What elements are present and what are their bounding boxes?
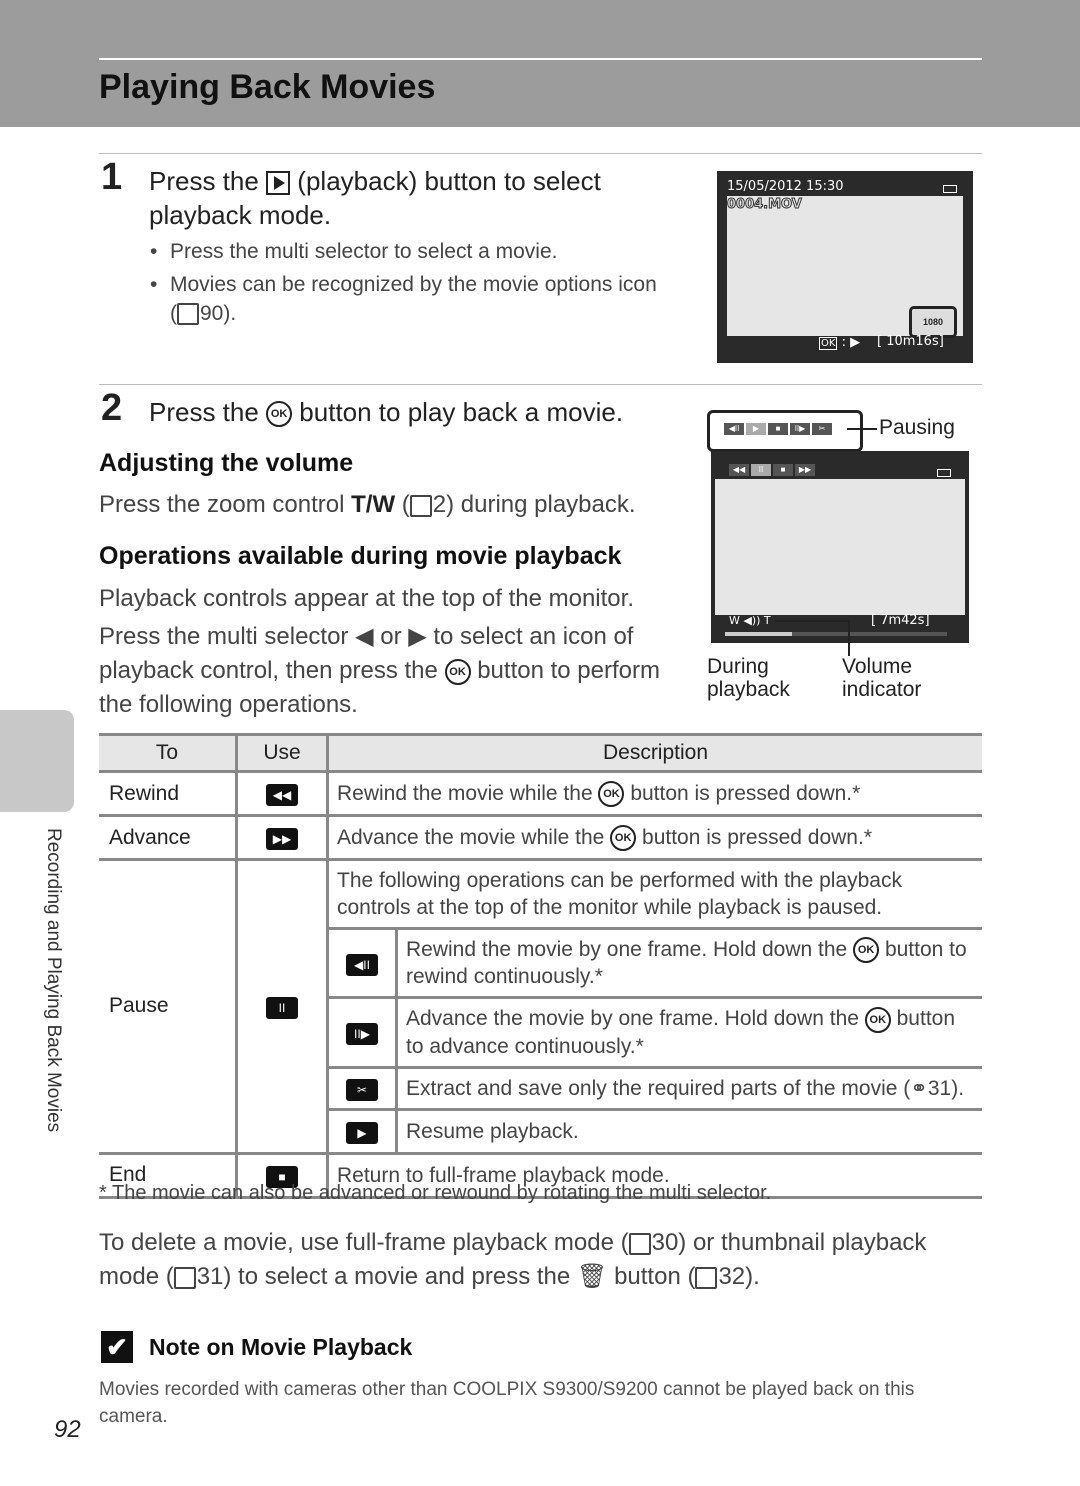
note-body: Movies recorded with cameras other than … [99,1379,915,1427]
frame-rewind-icon: ◀II [346,953,378,976]
progress-fill [725,632,792,636]
delete-text-line2: mode (31) to select a movie and press th… [99,1263,760,1290]
page-title: Playing Back Movies [99,68,436,106]
screen-duration: [ 7m42s] [871,613,930,628]
pause-control-bar: ◀II ▶ ■ II▶ ✂ [724,423,832,435]
during-playback-label: During playback [707,655,790,701]
ok-button-icon: OK [266,401,293,428]
stop-icon: ■ [768,423,788,435]
ok-play-hint: OK : ▶ [819,335,861,350]
step-1-text: Press the (playback) button to select pl… [149,166,601,230]
header-description: Description [326,733,982,773]
note-title: Note on Movie Playback [149,1334,413,1360]
trash-icon: 🗑 [576,1263,608,1290]
ok-button-icon: OK [864,1006,891,1033]
header-to: To [99,733,237,773]
divider [99,153,982,154]
playback-button-icon [266,171,291,196]
reference-icon [628,1232,651,1255]
reference-section-icon: ⚭ [910,1076,928,1100]
reference-icon [695,1266,718,1289]
table-row-pause: Pause II The following operations can be… [99,858,982,1155]
volume-indicator-label: Volume indicator [842,655,922,701]
advance-icon: ▶▶ [266,828,298,850]
table-row: Advance ▶▶ Advance the movie while the O… [99,814,982,861]
play-icon: ▶ [746,423,766,435]
pausing-label: Pausing [879,416,955,439]
volume-indicator: W ◀)) T [729,614,771,627]
ok-button-icon: OK [598,781,625,808]
table-row: Rewind ◀◀ Rewind the movie while the OK … [99,770,982,817]
step-1-bullet: Movies can be recognized by the movie op… [150,270,690,328]
check-note-icon: ✔ [101,1331,133,1363]
side-tab-label: Recording and Playing Back Movies [43,828,64,1133]
operations-p2b: playback control, then press the OK butt… [99,657,660,685]
header-rule [99,58,982,60]
footnote: * The movie can also be advanced or rewo… [99,1182,772,1204]
screen-datetime: 15/05/2012 15:30 [727,179,844,194]
step-2-number: 2 [101,387,123,429]
stop-icon: ■ [773,464,793,476]
reference-icon [177,303,199,326]
operations-p2a: Press the multi selector ◀ or ▶ to selec… [99,623,634,650]
step-1-number: 1 [101,156,123,198]
scissors-icon: ✂ [346,1078,378,1101]
play-icon: ▶ [346,1121,378,1144]
divider [99,384,982,385]
frame-rewind-icon: ◀II [724,423,744,435]
step-2-text: Press the OK button to play back a movie… [149,397,624,428]
reference-icon [409,494,432,517]
page-number: 92 [54,1416,81,1443]
volume-leader-v [848,620,850,656]
delete-text-line1: To delete a movie, use full-frame playba… [99,1229,927,1256]
pause-icon: II [751,464,771,476]
frame-advance-icon: II▶ [790,423,810,435]
section-heading-operations: Operations available during movie playba… [99,542,622,570]
rewind-icon: ◀◀ [729,464,749,476]
screen-duration: [ 10m16s] [877,334,944,349]
operations-p2c: the following operations. [99,691,358,718]
volume-text: Press the zoom control T/W (2) during pl… [99,491,636,518]
pause-controls-callout: ◀II ▶ ■ II▶ ✂ [707,410,863,452]
pause-intro: The following operations can be performe… [326,858,982,930]
battery-icon [937,469,951,477]
camera-screen-movie: ◀◀ II ■ ▶▶ W ◀)) T [ 7m42s] [711,451,969,643]
section-heading-volume: Adjusting the volume [99,449,354,477]
zoom-control-glyph: T/W [351,491,396,518]
step-1-bullet: Press the multi selector to select a mov… [150,237,557,266]
pausing-leader-line [847,428,877,430]
scissors-icon: ✂ [812,423,832,435]
operations-table: To Use Description Rewind ◀◀ Rewind the … [99,733,982,1199]
rewind-icon: ◀◀ [266,784,298,806]
play-control-bar: ◀◀ II ■ ▶▶ [729,464,815,476]
advance-icon: ▶▶ [795,464,815,476]
camera-screen-playback: 15/05/2012 15:30 0004.MOV 1080 OK : ▶ [ … [717,171,973,363]
ok-button-icon: OK [853,937,880,964]
header-use: Use [235,733,328,773]
reference-icon [173,1266,196,1289]
ok-button-icon: OK [610,825,637,852]
battery-icon [943,185,957,193]
screen-view [715,479,965,615]
side-tab [0,710,74,812]
frame-advance-icon: II▶ [346,1023,378,1046]
ok-button-icon: OK [444,658,471,685]
volume-leader-h [775,620,850,622]
table-header: To Use Description [99,733,982,773]
operations-p1: Playback controls appear at the top of t… [99,585,634,612]
page-header: Playing Back Movies [0,0,1080,127]
screen-filename: 0004.MOV [727,197,803,213]
progress-track [725,632,947,636]
pause-icon: II [266,996,298,1019]
